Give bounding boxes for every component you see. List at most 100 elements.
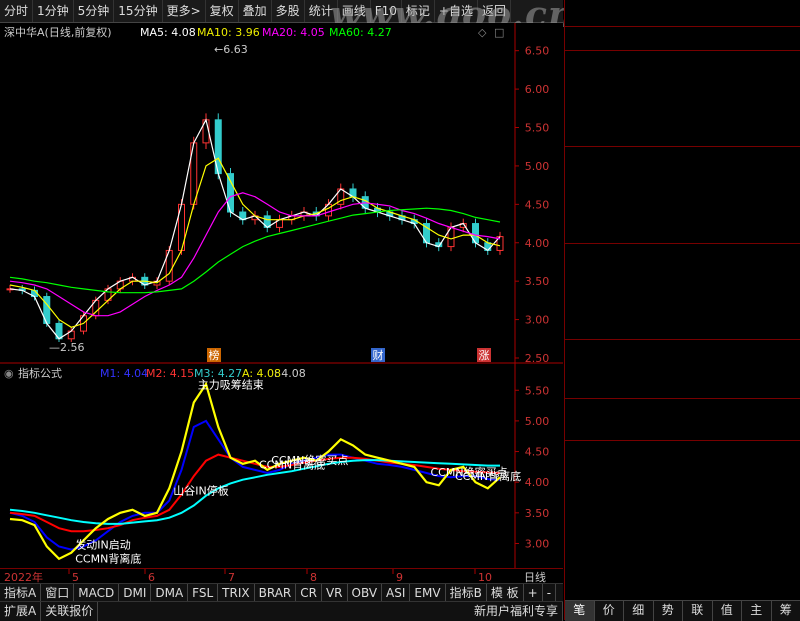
date-axis-svg: 2022年5678910日线: [0, 569, 563, 584]
indicator-tab-15[interactable]: +: [524, 584, 543, 602]
right-tab-5[interactable]: 值: [713, 601, 743, 621]
right-tab-7[interactable]: 筹: [772, 601, 800, 621]
ask-row[interactable]: [565, 52, 800, 71]
indicator-tab-4[interactable]: DMA: [151, 584, 188, 602]
right-tab-6[interactable]: 主: [742, 601, 772, 621]
separator: [565, 50, 800, 51]
indicator-header-last: : 4.08: [274, 367, 306, 380]
stock-header: [565, 3, 800, 25]
kline-chart-svg[interactable]: 深中华A(日线,前复权)MA5: 4.08MA10: 3.96MA20: 4.0…: [0, 23, 563, 569]
price-tick-label: 2.50: [525, 352, 550, 365]
collapse-icon[interactable]: ◉: [4, 367, 14, 380]
chart-bg: [0, 23, 563, 569]
separator: [565, 440, 800, 441]
bid-row[interactable]: [565, 148, 800, 167]
price-tick-label: 6.50: [525, 45, 550, 58]
indicator-tab-7[interactable]: BRAR: [255, 584, 297, 602]
tick-row: [565, 535, 800, 554]
header-name: 深中华A(日线,前复权): [4, 25, 112, 39]
low-mark: —2.56: [49, 341, 85, 354]
separator: [565, 339, 800, 340]
bid-row[interactable]: [565, 224, 800, 243]
separator: [565, 243, 800, 244]
indicator-header-m1: M1: 4.04: [100, 367, 148, 380]
indicator-label-3: 山谷IN停板: [173, 483, 228, 497]
chart-area[interactable]: 深中华A(日线,前复权)MA5: 4.08MA10: 3.96MA20: 4.0…: [0, 23, 563, 569]
indicator-tab-9[interactable]: VR: [322, 584, 348, 602]
ask-row[interactable]: [565, 109, 800, 128]
price-tick-label: 6.00: [525, 83, 550, 96]
expand-icon[interactable]: □: [494, 26, 504, 39]
indicator-tab-14[interactable]: 模 板: [487, 584, 524, 602]
date-axis: 2022年5678910日线: [0, 568, 563, 584]
header-ma10: MA10: 3.96: [197, 26, 260, 39]
ask-row[interactable]: [565, 128, 800, 147]
indicator-label-7: CCMN背离底: [455, 469, 521, 483]
indicator-header-m2: M2: 4.15: [146, 367, 194, 380]
right-tab-3[interactable]: 势: [654, 601, 684, 621]
event-tag-1[interactable]: 财: [373, 348, 384, 362]
ask-row[interactable]: [565, 71, 800, 90]
right-tab-1[interactable]: 价: [595, 601, 625, 621]
toolbar-item-1[interactable]: 1分钟: [33, 0, 74, 22]
price-tick-label: 5.50: [525, 122, 550, 135]
toolbar-item-2[interactable]: 5分钟: [74, 0, 115, 22]
promo-link[interactable]: [565, 400, 800, 419]
toolbar-item-3[interactable]: 15分钟: [114, 0, 162, 22]
indicator-tab-10[interactable]: OBV: [348, 584, 383, 602]
separator: [565, 26, 800, 27]
indicator-tab-1[interactable]: 窗口: [41, 584, 74, 602]
indicator-tab-3[interactable]: DMI: [119, 584, 151, 602]
indicator-tab-6[interactable]: TRIX: [218, 584, 254, 602]
indicator-header-name[interactable]: 指标公式: [18, 366, 62, 380]
fundamental-row: [565, 360, 800, 379]
price-tick-label: 4.50: [525, 198, 550, 211]
fundamental-row: [565, 379, 800, 398]
price-tick-label: 3.50: [525, 275, 550, 288]
extension-tab-2[interactable]: 新用户福利专享: [470, 602, 563, 621]
indicator-tab-5[interactable]: FSL: [188, 584, 218, 602]
separator: [565, 398, 800, 399]
extension-tab-1[interactable]: 关联报价: [41, 602, 98, 621]
price-tick-label: 4.00: [525, 237, 550, 250]
high-mark: ←6.63: [214, 43, 248, 56]
toolbar-item-6[interactable]: 叠加: [239, 0, 272, 22]
bid-row[interactable]: [565, 167, 800, 186]
tick-row: [565, 553, 800, 572]
bid-row[interactable]: [565, 186, 800, 205]
event-tag-2[interactable]: 涨: [479, 349, 490, 362]
period-label[interactable]: 日线: [524, 570, 546, 584]
committee-row: [565, 30, 800, 49]
separator: [565, 146, 800, 147]
toolbar-item-7[interactable]: 多股: [272, 0, 305, 22]
indicator-tick-label: 3.50: [525, 507, 550, 520]
tick-row: [565, 442, 800, 461]
indicator-tab-13[interactable]: 指标B: [446, 584, 487, 602]
indicator-tick-label: 5.00: [525, 415, 550, 428]
indicator-tick-label: 3.00: [525, 537, 550, 550]
quote-row: [565, 321, 800, 340]
right-tab-4[interactable]: 联: [683, 601, 713, 621]
toolbar-item-5[interactable]: 复权: [206, 0, 239, 22]
toolbar-item-4[interactable]: 更多>: [163, 0, 206, 22]
quote-row: [565, 264, 800, 283]
event-tag-0[interactable]: 榜: [209, 348, 220, 362]
tick-row: [565, 479, 800, 498]
indicator-tab-0[interactable]: 指标A: [0, 584, 41, 602]
right-tab-2[interactable]: 细: [624, 601, 654, 621]
indicator-tab-12[interactable]: EMV: [410, 584, 445, 602]
indicator-tab-11[interactable]: ASI: [382, 584, 410, 602]
extension-tab-0[interactable]: 扩展A: [0, 602, 41, 621]
tick-row: [565, 516, 800, 535]
fundamental-row: [565, 341, 800, 360]
ask-row[interactable]: [565, 90, 800, 109]
diamond-icon[interactable]: ◇: [478, 26, 487, 39]
indicator-tab-8[interactable]: CR: [296, 584, 322, 602]
header-ma60: MA60: 4.27: [329, 26, 392, 39]
bid-row[interactable]: [565, 205, 800, 224]
right-tab-0[interactable]: 笔: [565, 601, 595, 621]
quote-row: [565, 302, 800, 321]
indicator-tab-16[interactable]: -: [543, 584, 556, 602]
toolbar-item-0[interactable]: 分时: [0, 0, 33, 22]
indicator-tab-2[interactable]: MACD: [74, 584, 119, 602]
